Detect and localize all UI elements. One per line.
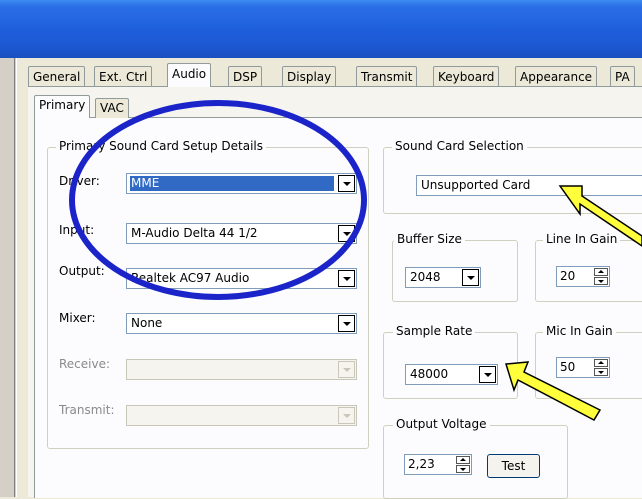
driver-dropdown[interactable]: MME — [126, 173, 357, 194]
mic-in-gain-value: 50 — [560, 360, 576, 374]
tab-audio[interactable]: Audio — [167, 63, 212, 87]
receive-label: Receive: — [59, 357, 111, 371]
subtab-primary[interactable]: Primary — [34, 95, 91, 118]
test-button[interactable]: Test — [487, 454, 540, 478]
tab-strip-line — [28, 86, 642, 87]
output-voltage-spinner[interactable]: 2,23 — [404, 454, 472, 475]
buffer-size-dropdown[interactable]: 2048 — [405, 267, 481, 288]
output-dropdown[interactable]: Realtek AC97 Audio — [126, 268, 357, 289]
tab-pa[interactable]: PA — [610, 66, 635, 87]
tab-ext-ctrl[interactable]: Ext. Ctrl — [94, 66, 153, 87]
transmit-label: Transmit: — [59, 403, 115, 417]
chevron-down-icon[interactable] — [462, 269, 479, 286]
transmit-dropdown — [126, 405, 357, 426]
spin-down-icon[interactable] — [456, 465, 470, 473]
line-in-gain-value: 20 — [560, 269, 576, 283]
sound-card-selection-title: Sound Card Selection — [392, 139, 527, 153]
primary-group-title: Primary Sound Card Setup Details — [56, 139, 267, 153]
mixer-value: None — [131, 316, 163, 330]
line-in-gain-spinner[interactable]: 20 — [556, 266, 610, 287]
tab-general[interactable]: General — [28, 66, 86, 87]
subtab-vac[interactable]: VAC — [95, 98, 129, 118]
window-titlebar[interactable] — [0, 0, 642, 58]
chevron-down-icon[interactable] — [338, 315, 355, 332]
output-label: Output: — [59, 264, 105, 278]
spin-down-icon[interactable] — [594, 368, 608, 376]
driver-value: MME — [130, 176, 334, 191]
mixer-dropdown[interactable]: None — [126, 313, 357, 334]
mixer-label: Mixer: — [59, 311, 96, 325]
sound-card-value: Unsupported Card — [421, 178, 531, 192]
spin-up-icon[interactable] — [594, 359, 608, 367]
input-value: M-Audio Delta 44 1/2 — [131, 226, 258, 240]
driver-label: Driver: — [59, 174, 100, 188]
mic-in-gain-spinner[interactable]: 50 — [556, 357, 610, 378]
buffer-size-value: 2048 — [410, 270, 441, 284]
tab-appearance[interactable]: Appearance — [515, 66, 598, 87]
output-voltage-value: 2,23 — [408, 457, 435, 471]
tab-display[interactable]: Display — [282, 66, 337, 87]
sample-rate-title: Sample Rate — [393, 324, 476, 338]
output-voltage-title: Output Voltage — [393, 417, 490, 431]
window-left-edge-shadow — [14, 58, 15, 497]
chevron-down-icon[interactable] — [338, 225, 355, 242]
spin-up-icon[interactable] — [594, 268, 608, 276]
chevron-down-icon — [338, 361, 355, 378]
buffer-size-title: Buffer Size — [394, 232, 465, 246]
receive-dropdown — [126, 359, 357, 380]
mic-in-gain-title: Mic In Gain — [543, 324, 616, 338]
sample-rate-value: 48000 — [410, 367, 449, 381]
chevron-down-icon[interactable] — [338, 270, 355, 287]
spin-up-icon[interactable] — [456, 456, 470, 464]
chevron-down-icon — [338, 407, 355, 424]
spin-down-icon[interactable] — [594, 277, 608, 285]
tab-dsp[interactable]: DSP — [228, 66, 263, 87]
input-label: Input: — [59, 223, 95, 237]
chevron-down-icon[interactable] — [338, 175, 355, 192]
sample-rate-dropdown[interactable]: 48000 — [405, 364, 498, 385]
chevron-down-icon[interactable] — [479, 366, 496, 383]
tab-keyboard[interactable]: Keyboard — [433, 66, 500, 87]
sound-card-dropdown[interactable]: Unsupported Card — [416, 175, 642, 196]
output-value: Realtek AC97 Audio — [131, 271, 250, 285]
line-in-gain-title: Line In Gain — [543, 232, 621, 246]
tab-transmit[interactable]: Transmit — [356, 66, 418, 87]
input-dropdown[interactable]: M-Audio Delta 44 1/2 — [126, 223, 357, 244]
